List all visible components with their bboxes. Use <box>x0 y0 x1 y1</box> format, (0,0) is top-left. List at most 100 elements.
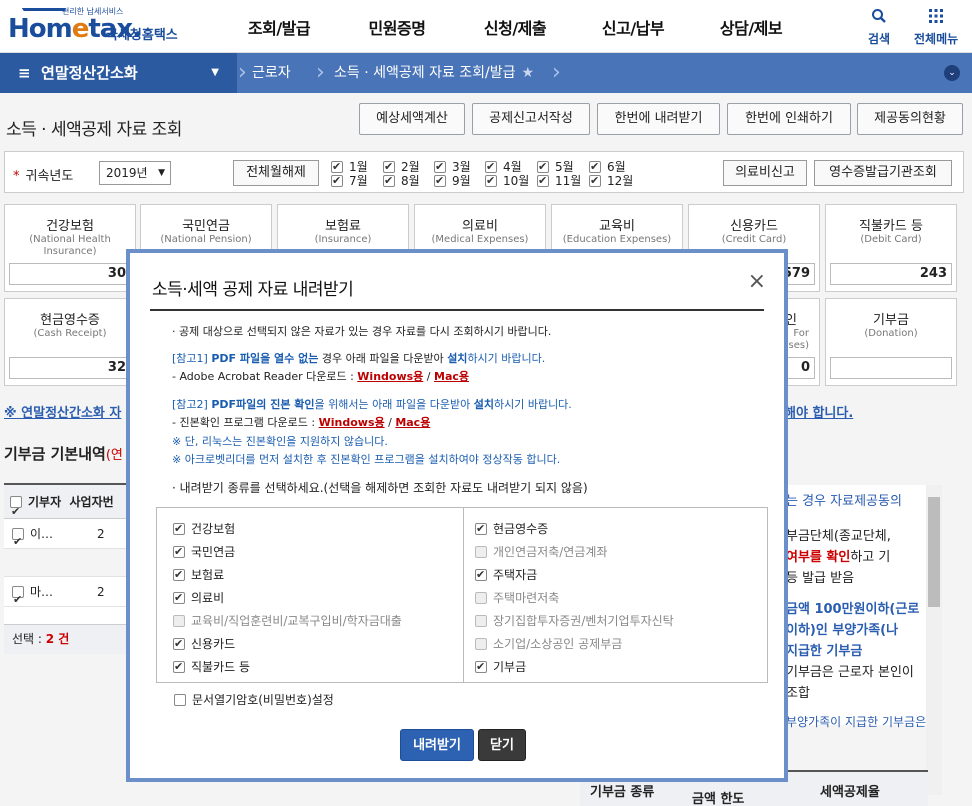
linux-note: ※ 단, 리눅스는 진본확인을 지원하지 않습니다. <box>172 435 388 448</box>
option-medical[interactable]: 의료비 <box>173 589 224 606</box>
option-health-insurance[interactable]: 건강보험 <box>173 520 235 537</box>
month-checkbox-2[interactable]: 2월 <box>383 160 420 174</box>
card-value: 32 <box>9 357 131 379</box>
card-cash-receipt[interactable]: 현금영수증 (Cash Receipt) 32 <box>4 298 136 386</box>
caret-down-icon: ▼ <box>211 67 219 78</box>
gnb-item-application[interactable]: 신청/제출 <box>456 0 574 53</box>
close-icon[interactable]: × <box>748 271 766 293</box>
option-insurance[interactable]: 보험료 <box>173 566 224 583</box>
consent-status-button[interactable]: 제공동의현황 <box>857 103 963 135</box>
acrobat-mac-link[interactable]: Mac용 <box>434 370 469 383</box>
chevron-right-icon: › <box>316 60 325 85</box>
required-icon: * <box>13 169 20 184</box>
month-checkbox-12[interactable]: 12월 <box>589 174 633 188</box>
selected-count: 선택 : 2 건 <box>4 624 128 654</box>
month-checkbox-9[interactable]: 9월 <box>434 174 471 188</box>
gnb-item-certificate[interactable]: 민원증명 <box>338 0 456 53</box>
panel-scrollbar[interactable] <box>926 485 942 795</box>
breadcrumb-worker[interactable]: 근로자 <box>252 53 291 93</box>
table-row[interactable]: 이…2 <box>4 519 128 549</box>
month-checkbox-5[interactable]: 5월 <box>537 160 574 174</box>
month-checkbox-6[interactable]: 6월 <box>589 160 626 174</box>
deduction-form-button[interactable]: 공제신고서작성 <box>472 103 590 135</box>
verify-windows-link[interactable]: Windows용 <box>319 416 385 429</box>
table-header: 기부자 사업자번 <box>4 485 128 519</box>
card-debit[interactable]: 직불카드 등 (Debit Card) 243 <box>825 204 957 292</box>
acrobat-windows-link[interactable]: Windows용 <box>357 370 423 383</box>
verify-mac-link[interactable]: Mac용 <box>395 416 430 429</box>
choose-type-text: · 내려받기 종류를 선택하세요.(선택을 해제하면 조회한 자료도 내려받기 … <box>172 481 588 495</box>
breadcrumb-bar: ≡ 연말정산간소화 ▼ › 근로자 › 소득 · 세액공제 자료 조회/발급 ★ … <box>0 53 972 93</box>
menu-select[interactable]: ≡ 연말정산간소화 ▼ <box>0 53 237 93</box>
month-checkbox-10[interactable]: 10월 <box>485 174 529 188</box>
download-type-options: 건강보험 국민연금 보험료 의료비 교육비/직업훈련비/교복구입비/학자금대출 … <box>156 507 768 683</box>
medical-report-button[interactable]: 의료비신고 <box>723 160 807 186</box>
chevron-right-icon: › <box>238 60 247 85</box>
modal-title: 소득·세액 공제 자료 내려받기 <box>152 280 354 300</box>
print-all-button[interactable]: 한번에 인쇄하기 <box>727 103 851 135</box>
option-credit-card[interactable]: 신용카드 <box>173 635 235 652</box>
card-health-insurance[interactable]: 건강보험 (National Health Insurance) 30 <box>4 204 136 292</box>
year-label: * 귀속년도 <box>13 169 74 184</box>
estimate-tax-button[interactable]: 예상세액계산 <box>359 103 465 135</box>
download-button[interactable]: 내려받기 <box>400 729 474 761</box>
ref1-text: [참고1] PDF 파일을 열수 없는 경우 아래 파일을 다운받아 설치하시기… <box>172 352 546 365</box>
option-national-pension[interactable]: 국민연금 <box>173 543 235 560</box>
ref2-download-line: - 진본확인 프로그램 다운로드 : Windows용 / Mac용 <box>172 416 431 429</box>
gnb-item-filing[interactable]: 신고/납부 <box>574 0 692 53</box>
month-checkbox-3[interactable]: 3월 <box>434 160 471 174</box>
scrollbar-thumb[interactable] <box>928 497 940 607</box>
password-option[interactable]: 문서열기암호(비밀번호)설정 <box>174 691 334 708</box>
month-checkbox-7[interactable]: 7월 <box>331 174 368 188</box>
breadcrumb-current: 소득 · 세액공제 자료 조회/발급 ★ <box>334 65 535 81</box>
ref2-text: [참고2] PDF파일의 진본 확인을 위해서는 아래 파일을 다운받아 설치하… <box>172 398 572 411</box>
option-debit-card[interactable]: 직불카드 등 <box>173 658 250 675</box>
gnb-item-inquiry[interactable]: 조회/발급 <box>220 0 338 53</box>
option-cash-receipt[interactable]: 현금영수증 <box>475 520 548 537</box>
table-row[interactable]: 마…2 <box>4 577 128 607</box>
toggle-all-months-button[interactable]: 전체월해제 <box>233 160 319 186</box>
all-menu-button[interactable]: 전체메뉴 <box>914 8 958 47</box>
option-small-business: 소기업/소상공인 공제부금 <box>475 635 622 652</box>
modal-notice: · 공제 대상으로 선택되지 않은 자료가 있는 경우 자료를 다시 조회하시기… <box>172 325 552 338</box>
all-menu-label: 전체메뉴 <box>914 32 959 46</box>
month-checkbox-4[interactable]: 4월 <box>485 160 522 174</box>
close-button[interactable]: 닫기 <box>478 729 526 761</box>
month-checkbox-11[interactable]: 11월 <box>537 174 581 188</box>
search-button[interactable]: 검색 <box>868 8 890 47</box>
download-all-button[interactable]: 한번에 내려받기 <box>597 103 720 135</box>
chevron-right-icon: › <box>552 60 561 85</box>
select-all-checkbox[interactable] <box>10 495 22 518</box>
acrobat-note: ※ 아크로벳리더를 먼저 설치한 후 진본확인 프로그램을 설치하여야 정상작동… <box>172 453 561 466</box>
month-checkbox-1[interactable]: 1월 <box>331 160 368 174</box>
option-housing-fund[interactable]: 주택자금 <box>475 566 537 583</box>
option-long-term-invest: 장기집합투자증권/벤처기업투자신탁 <box>475 612 674 629</box>
ref1-download-line: - Adobe Acrobat Reader 다운로드 : Windows용 /… <box>172 370 470 383</box>
option-housing-savings: 주택마련저축 <box>475 589 559 606</box>
card-value: 30 <box>9 263 131 285</box>
hometax-logo[interactable]: 편리한 납세서비스 Hometax. 국세청홈택스 <box>6 6 186 46</box>
download-modal: 소득·세액 공제 자료 내려받기 × · 공제 대상으로 선택되지 않은 자료가… <box>126 249 788 782</box>
donation-section-title: 기부금 기본내역(연 <box>4 445 123 463</box>
grid-menu-icon <box>914 8 958 27</box>
page-title: 소득 · 세액공제 자료 조회 <box>6 120 182 140</box>
donation-guide-panel: 는 경우 자료제공동의 부금단체(종교단체, 여부를 확인하고 기 등 발급 받… <box>768 485 940 729</box>
card-donation[interactable]: 기부금 (Donation) <box>825 298 957 386</box>
option-pension-savings: 개인연금저축/연금계좌 <box>475 543 607 560</box>
option-donation[interactable]: 기부금 <box>475 658 526 675</box>
notice-link-tail[interactable]: 해야 합니다. <box>784 402 853 421</box>
month-checkbox-8[interactable]: 8월 <box>383 174 420 188</box>
card-value: 243 <box>830 263 952 285</box>
search-icon <box>868 8 890 27</box>
receipt-org-button[interactable]: 영수증발급기관조회 <box>814 160 952 186</box>
gnb-item-consult[interactable]: 상담/제보 <box>692 0 810 53</box>
global-nav: 조회/발급 민원증명 신청/제출 신고/납부 상담/제보 <box>220 0 810 53</box>
year-select[interactable]: 2019년 ▼ <box>99 161 171 185</box>
menu-select-label: 연말정산간소화 <box>41 64 138 82</box>
expand-circle-icon[interactable]: ⌄ <box>944 65 960 81</box>
favorite-star-icon[interactable]: ★ <box>522 65 535 81</box>
hamburger-icon: ≡ <box>18 64 31 82</box>
notice-link[interactable]: ※ 연말정산간소화 자 <box>4 402 121 421</box>
caret-down-icon: ▼ <box>158 168 165 178</box>
logo-name: 국세청홈택스 <box>106 28 178 43</box>
